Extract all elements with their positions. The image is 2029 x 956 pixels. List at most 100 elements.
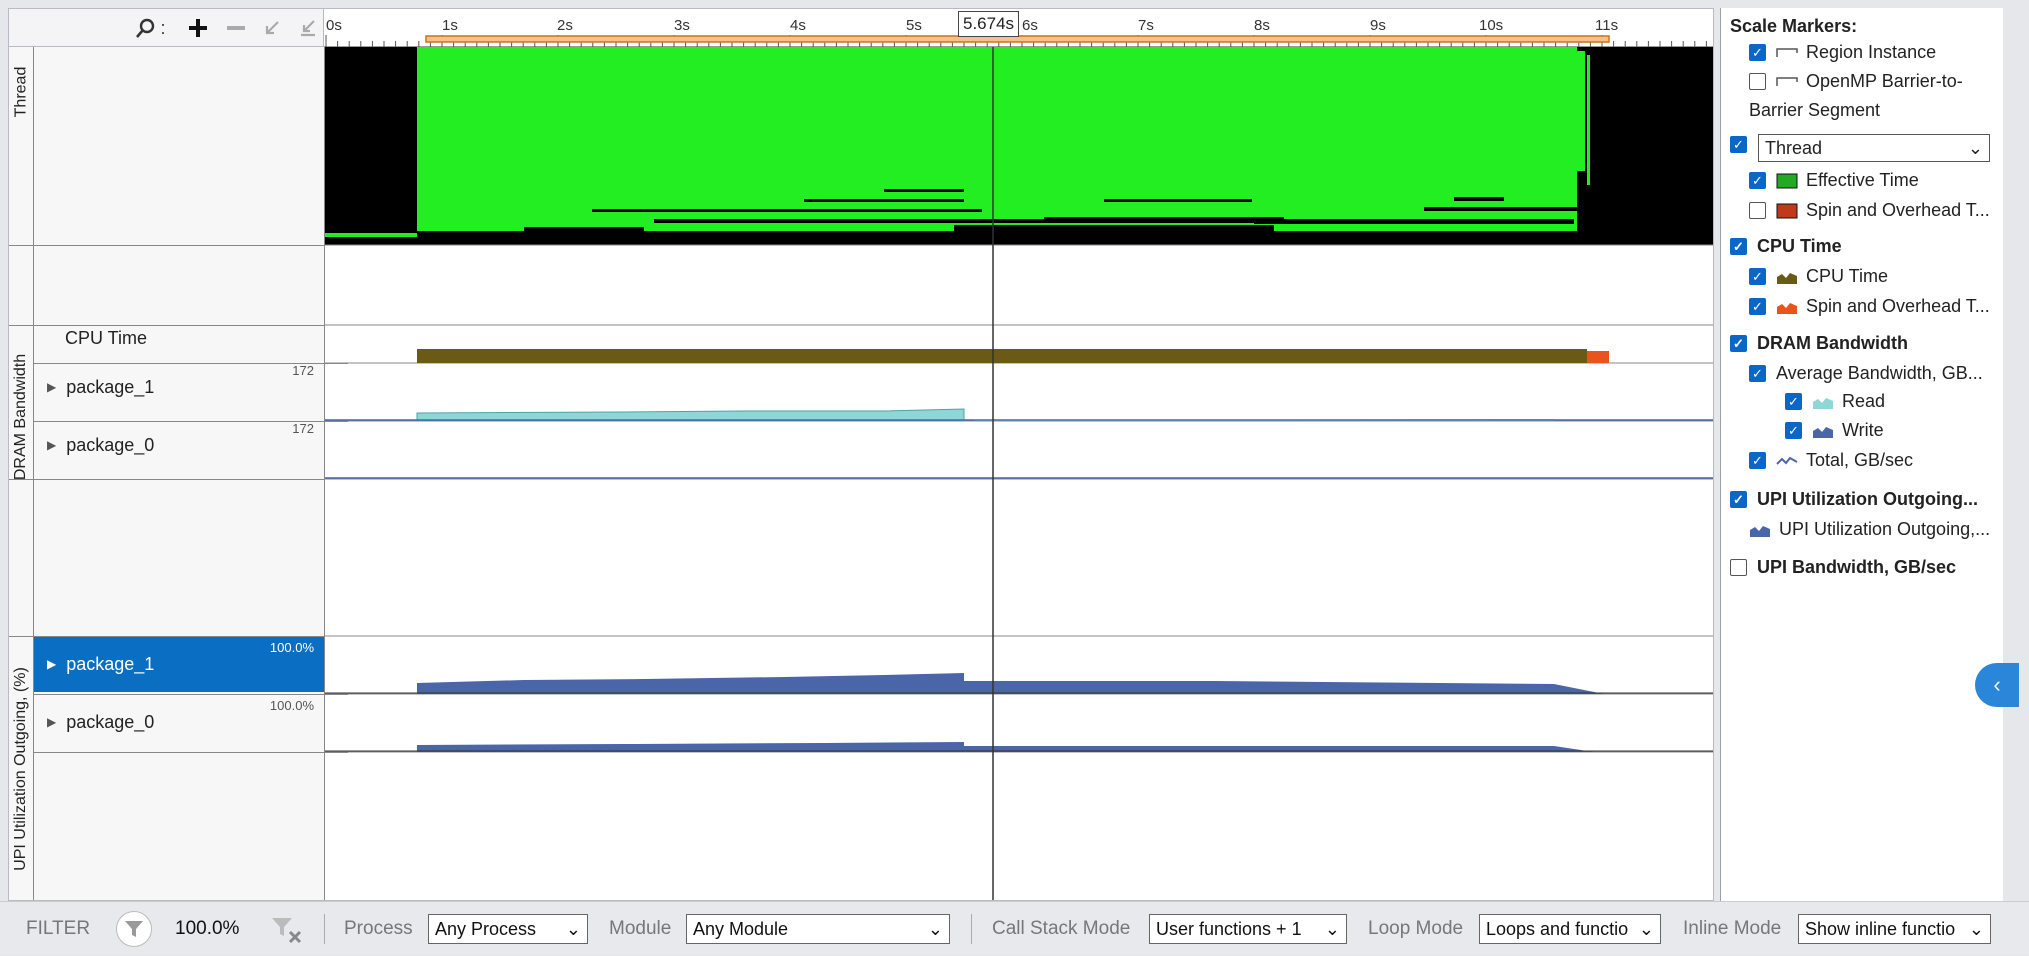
- scale-markers-heading: Scale Markers:: [1730, 16, 1858, 36]
- tick-label: 5s: [906, 17, 922, 34]
- process-select[interactable]: Any Process ⌄: [428, 914, 588, 944]
- divider: [9, 636, 324, 637]
- divider: [33, 694, 348, 695]
- tick-label: 4s: [790, 17, 806, 34]
- row-label-dram-package-1[interactable]: ▶ package_1 172: [33, 359, 324, 415]
- legend-write[interactable]: ✓ Write: [1785, 420, 1884, 441]
- inline-mode-label: Inline Mode: [1683, 918, 1782, 939]
- chevron-down-icon: ⌄: [927, 918, 943, 939]
- checkbox[interactable]: ✓: [1785, 393, 1802, 410]
- divider: [324, 47, 325, 900]
- checkbox[interactable]: ✓: [1749, 172, 1766, 189]
- checkbox[interactable]: ✓: [1785, 422, 1802, 439]
- legend-upi-util-group[interactable]: ✓ UPI Utilization Outgoing...: [1730, 489, 1978, 510]
- total-line-icon: [1776, 456, 1798, 465]
- zoom-in-icon[interactable]: [185, 15, 211, 41]
- process-label: Process: [344, 918, 413, 939]
- thread-select[interactable]: Thread ⌄: [1758, 134, 1990, 162]
- time-ruler[interactable]: 0s 1s 2s 3s 4s 5s 6s 7s 8s 9s 10s 11s 5.…: [324, 9, 1713, 47]
- tick-label: 2s: [557, 17, 573, 34]
- divider: [33, 47, 34, 900]
- section-label-thread: Thread: [12, 66, 30, 118]
- checkbox[interactable]: ✓: [1730, 238, 1747, 255]
- filter-percent: 100.0%: [175, 918, 240, 939]
- checkbox[interactable]: ✓: [1730, 491, 1747, 508]
- dram-read-area: [416, 408, 965, 422]
- filter-bar: FILTER 100.0% Process Any Process ⌄ Modul…: [0, 901, 2029, 955]
- filter-icon[interactable]: [116, 911, 152, 947]
- zoom-out-icon[interactable]: [223, 15, 249, 41]
- loop-mode-label: Loop Mode: [1368, 918, 1464, 939]
- legend-cpu-time[interactable]: ✓ CPU Time: [1749, 266, 1888, 287]
- app-window: : 0s 1s 2s 3s 4s 5s 6s 7s 8s 9s 10s 11s …: [0, 0, 2029, 955]
- legend-upi-bandwidth-group[interactable]: UPI Bandwidth, GB/sec: [1730, 557, 1956, 578]
- chevron-down-icon: ⌄: [565, 918, 581, 939]
- row-label-upi-package-1[interactable]: ▶ package_1 100.0%: [33, 636, 324, 692]
- legend-cpu-time-group[interactable]: ✓ CPU Time: [1730, 236, 1842, 257]
- legend-avg-bandwidth[interactable]: ✓ Average Bandwidth, GB...: [1749, 363, 1983, 384]
- checkbox[interactable]: ✓: [1730, 136, 1747, 153]
- legend-read[interactable]: ✓ Read: [1785, 391, 1885, 412]
- expand-icon[interactable]: ▶: [47, 715, 56, 729]
- checkbox[interactable]: ✓: [1730, 335, 1747, 352]
- checkbox[interactable]: ✓: [1749, 452, 1766, 469]
- collapse-legend-button[interactable]: ‹: [1975, 663, 2019, 707]
- module-select[interactable]: Any Module ⌄: [686, 914, 950, 944]
- cursor-time-label: 5.674s: [958, 11, 1020, 37]
- expand-icon[interactable]: ▶: [47, 438, 56, 452]
- checkbox[interactable]: [1749, 202, 1766, 219]
- tick-label: 1s: [442, 17, 458, 34]
- section-label-dram: DRAM Bandwidth: [12, 353, 29, 481]
- row-label-dram-package-0[interactable]: ▶ package_0 172: [33, 417, 324, 473]
- legend-effective-time[interactable]: ✓ Effective Time: [1749, 170, 1919, 191]
- tick-label: 6s: [1022, 17, 1038, 34]
- more-icon[interactable]: :: [157, 15, 169, 41]
- tick-label: 11s: [1595, 17, 1619, 34]
- tick-label: 8s: [1254, 17, 1270, 34]
- cpu-time-area-icon: [1777, 272, 1797, 284]
- call-stack-mode-select[interactable]: User functions + 1 ⌄: [1149, 914, 1347, 944]
- chevron-down-icon: ⌄: [1324, 918, 1340, 939]
- search-icon[interactable]: [133, 15, 159, 41]
- tick-label: 3s: [674, 17, 690, 34]
- divider: [33, 752, 348, 753]
- legend-thread-group[interactable]: ✓: [1730, 136, 1757, 153]
- expand-icon[interactable]: ▶: [47, 657, 56, 671]
- inline-mode-select[interactable]: Show inline functio ⌄: [1798, 914, 1991, 944]
- timeline-chart-area[interactable]: [324, 47, 1714, 901]
- expand-icon[interactable]: ▶: [47, 380, 56, 394]
- row-label-cpu-time[interactable]: CPU Time: [33, 321, 324, 355]
- chevron-down-icon: ⌄: [1968, 918, 1984, 939]
- checkbox[interactable]: ✓: [1749, 298, 1766, 315]
- section-label-upi: UPI Utilization Outgoing, (%): [12, 667, 30, 871]
- checkbox[interactable]: ✓: [1749, 268, 1766, 285]
- divider: [971, 914, 972, 944]
- row-label-upi-package-0[interactable]: ▶ package_0 100.0%: [33, 694, 324, 750]
- legend-openmp-barrier-line2: Barrier Segment: [1749, 100, 1881, 120]
- loop-mode-select[interactable]: Loops and functio ⌄: [1479, 914, 1661, 944]
- clear-filter-icon[interactable]: [270, 914, 304, 946]
- legend-spin-overhead[interactable]: Spin and Overhead T...: [1749, 200, 1990, 221]
- divider: [9, 325, 324, 326]
- chevron-left-icon: ‹: [1993, 672, 2001, 697]
- effective-time-strip: [324, 233, 417, 237]
- legend-region-instance[interactable]: ✓ Region Instance: [1749, 42, 1936, 63]
- tick-label: 7s: [1138, 17, 1154, 34]
- checkbox[interactable]: [1730, 559, 1747, 576]
- reset-zoom-icon[interactable]: [295, 15, 321, 41]
- timeline-toolbar: :: [9, 9, 324, 47]
- checkbox[interactable]: ✓: [1749, 44, 1766, 61]
- tick-label: 0s: [326, 17, 342, 34]
- legend-openmp-barrier[interactable]: OpenMP Barrier-to-: [1749, 71, 1963, 92]
- module-label: Module: [609, 918, 672, 939]
- legend-cpu-spin[interactable]: ✓ Spin and Overhead T...: [1749, 296, 1990, 317]
- checkbox[interactable]: [1749, 73, 1766, 90]
- undo-zoom-icon[interactable]: [259, 15, 285, 41]
- thread-tail: [1577, 51, 1590, 185]
- legend-total[interactable]: ✓ Total, GB/sec: [1749, 450, 1913, 471]
- filter-label: FILTER: [26, 918, 91, 939]
- region-marker-icon: [1776, 47, 1798, 57]
- checkbox[interactable]: ✓: [1749, 365, 1766, 382]
- legend-dram-group[interactable]: ✓ DRAM Bandwidth: [1730, 333, 1908, 354]
- cpu-time-bar: [417, 349, 1587, 363]
